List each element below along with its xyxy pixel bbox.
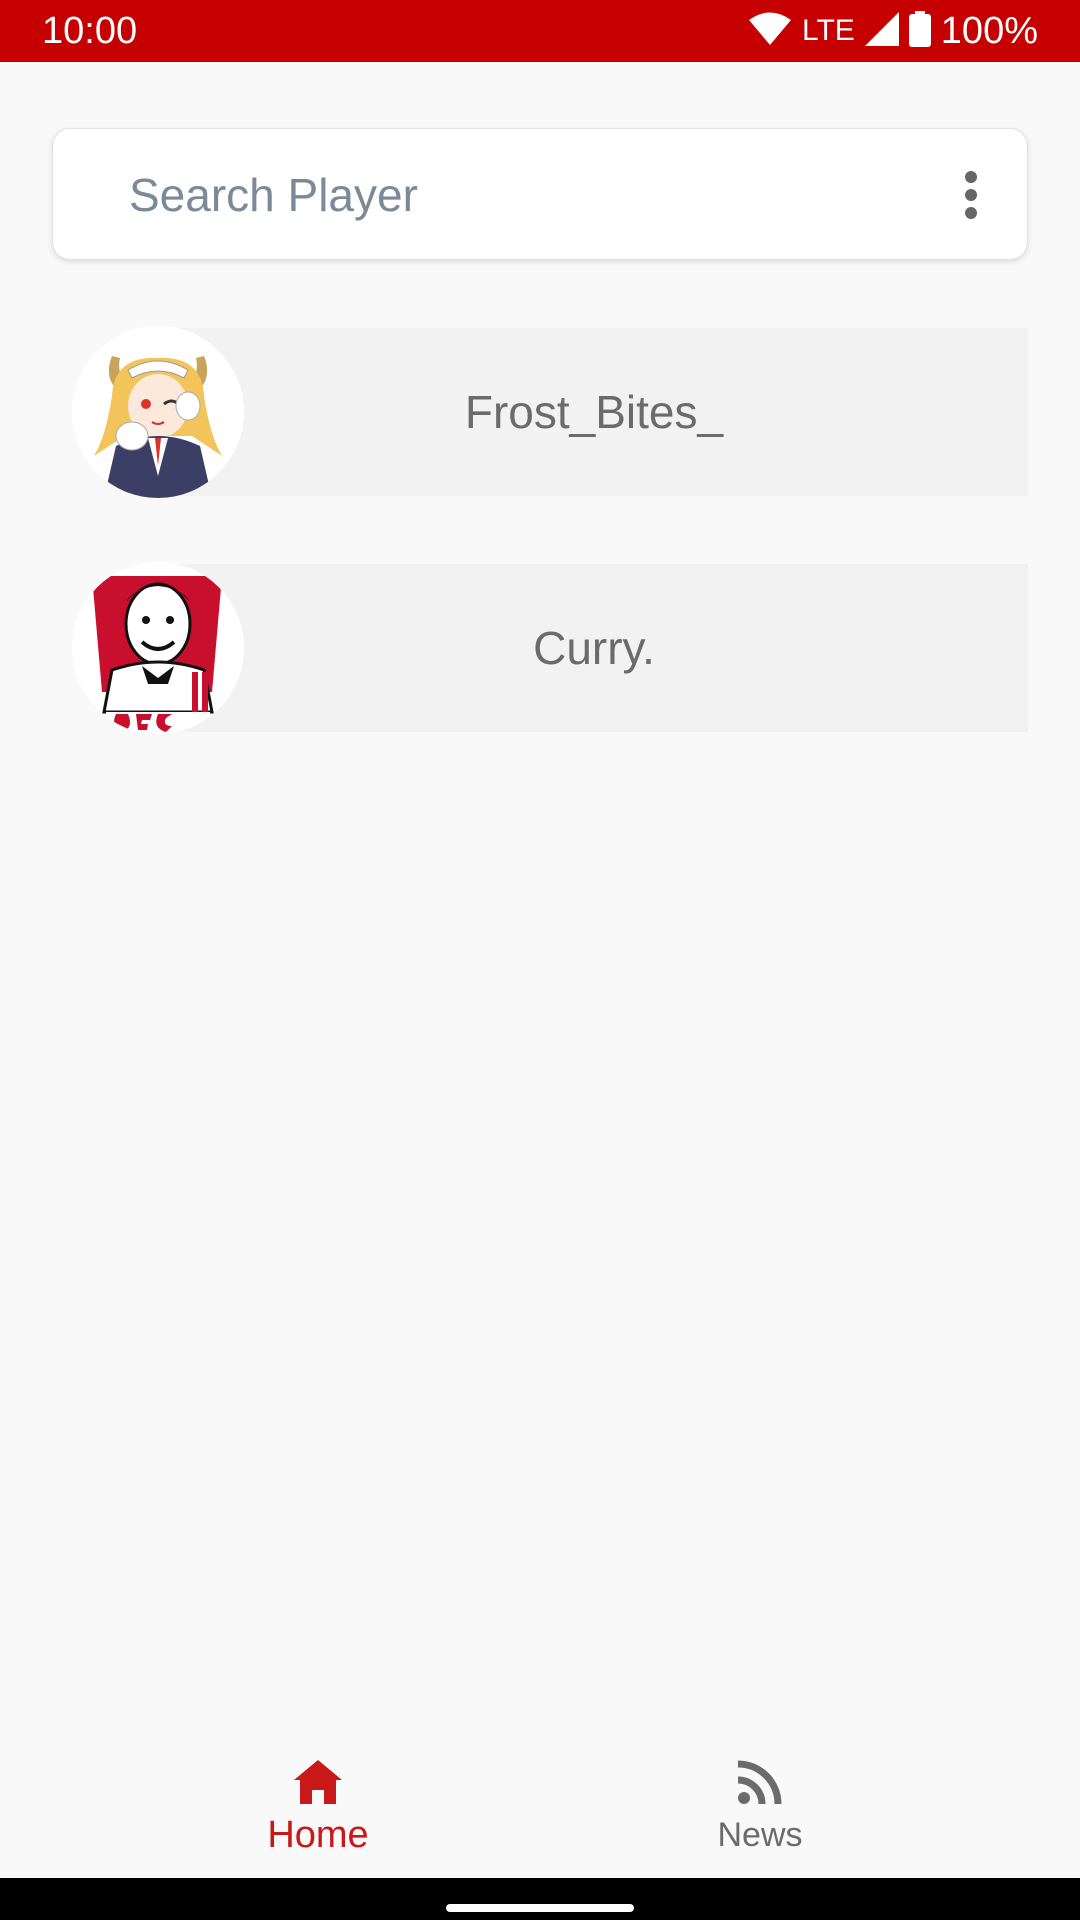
battery-icon [908,10,931,52]
kfc-colonel-avatar [72,562,244,734]
nav-news[interactable]: News [610,1730,910,1878]
system-gesture-bar [0,1878,1080,1920]
nav-home[interactable]: Home [168,1730,468,1878]
bottom-navigation: Home News [0,1730,1080,1878]
battery-percentage: 100% [940,10,1038,52]
network-type: LTE [802,14,855,47]
menu-dot [965,207,977,219]
anime-maid-avatar [72,326,244,498]
home-icon [290,1754,346,1810]
status-time: 10:00 [42,10,138,52]
menu-dot [965,189,977,201]
nav-label-news: News [717,1816,803,1854]
rss-feed-icon [732,1754,788,1810]
more-vert-icon[interactable] [951,165,991,225]
home-gesture-handle[interactable] [446,1904,634,1912]
player-list-item[interactable]: Frost_Bites_ [72,326,1028,500]
search-bar [52,128,1028,261]
search-input[interactable] [129,129,909,261]
menu-dot [965,171,977,183]
player-list-item[interactable]: Curry. [72,562,1028,736]
wifi-icon [748,11,792,52]
player-name: Curry. [533,622,655,674]
status-bar: 10:00 LTE 100% [0,0,1080,62]
cell-signal-icon [864,11,899,51]
status-icons: LTE 100% [748,8,1038,54]
player-name: Frost_Bites_ [464,386,724,438]
nav-label-home: Home [267,1814,369,1856]
